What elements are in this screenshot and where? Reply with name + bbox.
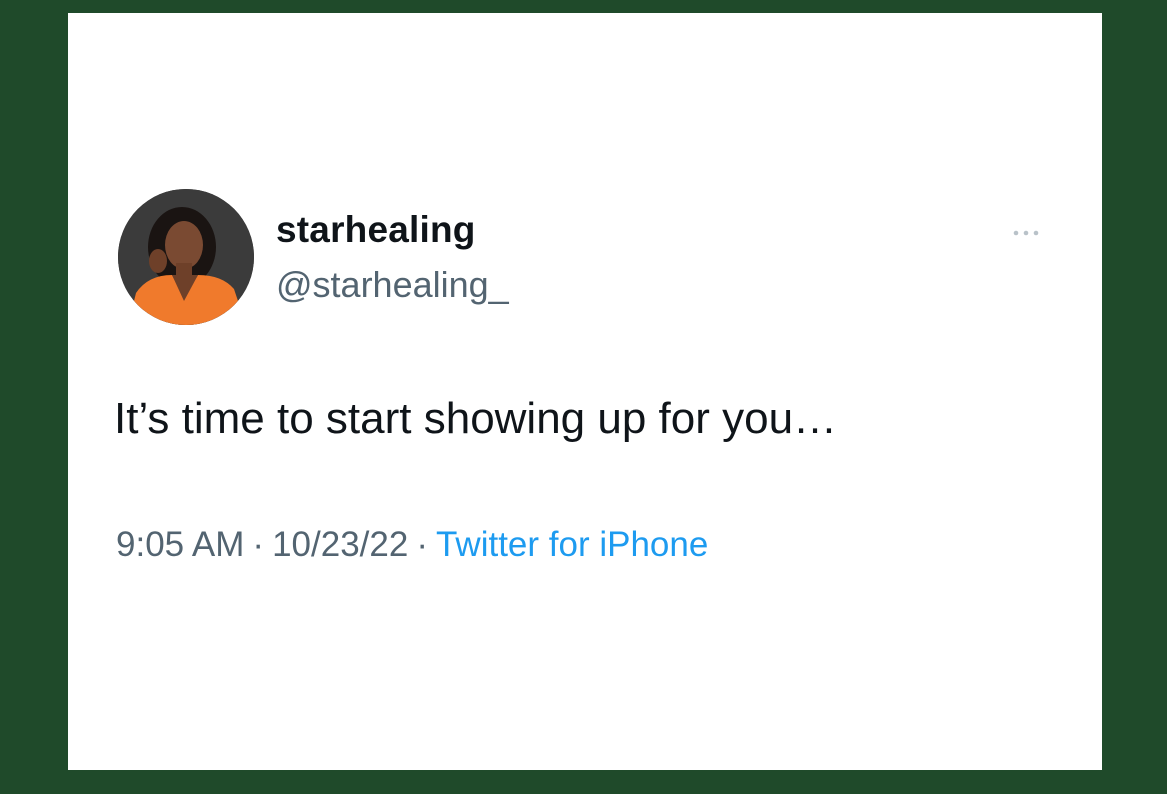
user-handle[interactable]: @starhealing_ bbox=[276, 267, 509, 303]
meta-separator: · bbox=[416, 525, 428, 564]
tweet-date[interactable]: 10/23/22 bbox=[272, 525, 408, 564]
meta-separator: · bbox=[252, 525, 265, 564]
tweet-metadata: 9:05 AM · 10/23/22 · Twitter for iPhone bbox=[116, 527, 708, 562]
more-options-icon[interactable] bbox=[1008, 223, 1048, 243]
avatar[interactable] bbox=[118, 189, 254, 325]
tweet-source-link[interactable]: Twitter for iPhone bbox=[436, 525, 708, 564]
tweet-text: It’s time to start showing up for you… bbox=[114, 394, 838, 443]
tweet-time[interactable]: 9:05 AM bbox=[116, 525, 244, 564]
display-name[interactable]: starhealing bbox=[276, 211, 476, 248]
avatar-image bbox=[118, 189, 254, 325]
tweet-card: starhealing @starhealing_ It’s time to s… bbox=[68, 13, 1102, 770]
